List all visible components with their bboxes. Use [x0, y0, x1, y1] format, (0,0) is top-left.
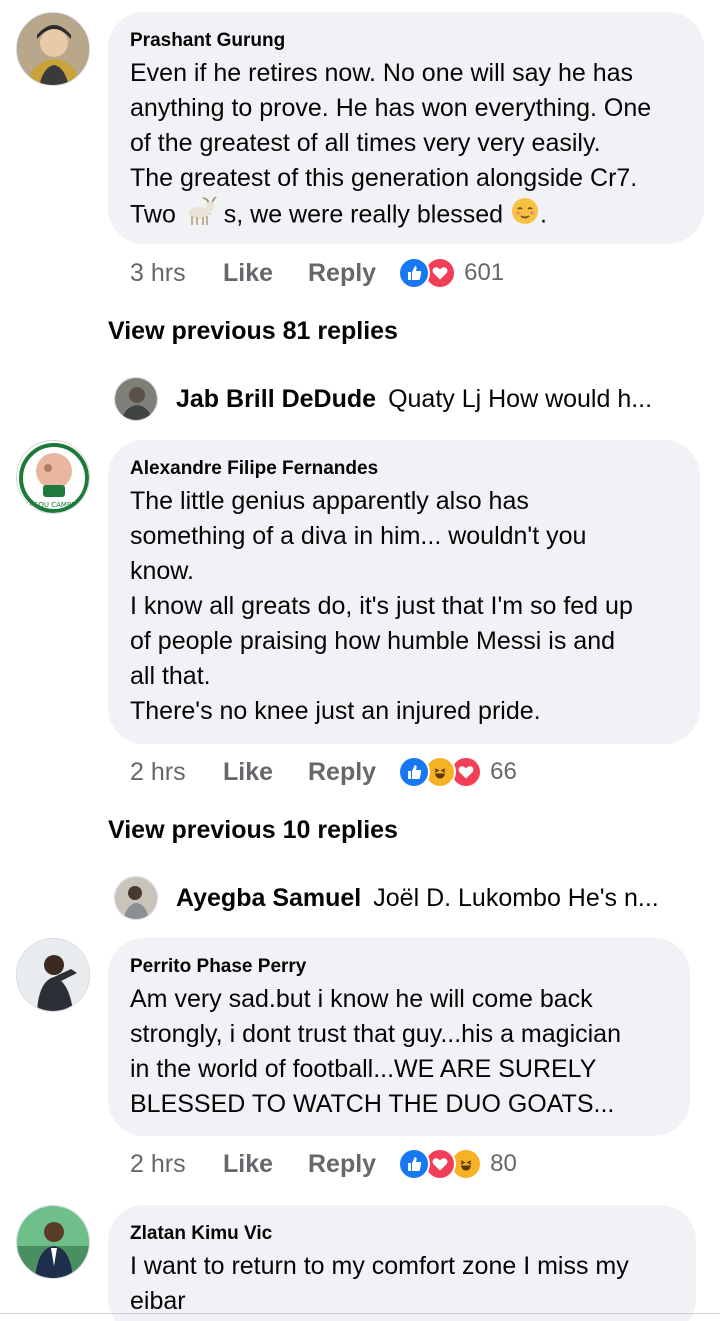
- comment-line: all that.: [130, 662, 211, 690]
- comment-author[interactable]: Prashant Gurung: [130, 29, 682, 53]
- view-previous-replies-link[interactable]: View previous 10 replies: [108, 816, 398, 845]
- like-reaction-icon: [398, 1148, 431, 1180]
- like-reaction-icon: [398, 257, 431, 289]
- comment-actions: 3 hrs Like Reply 601: [130, 255, 504, 291]
- comment-line: Two s, we were really blessed .: [130, 196, 682, 236]
- comment-timestamp[interactable]: 2 hrs: [130, 758, 223, 787]
- reply-button[interactable]: Reply: [308, 259, 376, 288]
- comment-text: The little genius apparently also has so…: [130, 484, 678, 729]
- comment-author[interactable]: Alexandre Filipe Fernandes: [130, 457, 678, 481]
- reaction-count: 66: [490, 758, 517, 785]
- comment-line: anything to prove. He has won everything…: [130, 94, 652, 122]
- avatar[interactable]: [114, 377, 158, 421]
- comment-line: I want to return to my comfort zone I mi…: [130, 1252, 629, 1280]
- reaction-count: 601: [464, 259, 505, 286]
- comment-text: I want to return to my comfort zone I mi…: [130, 1249, 674, 1319]
- reply-preview[interactable]: Ayegba Samuel Joël D. Lukombo He's n...: [114, 875, 659, 921]
- comment-timestamp[interactable]: 3 hrs: [130, 259, 223, 288]
- like-button[interactable]: Like: [223, 259, 308, 288]
- comment-text: Even if he retires now. No one will say …: [130, 56, 682, 236]
- view-previous-replies-link[interactable]: View previous 81 replies: [108, 317, 398, 346]
- comment-line: know.: [130, 557, 194, 585]
- comment-line: of people praising how humble Messi is a…: [130, 627, 615, 655]
- reply-preview[interactable]: Jab Brill DeDude Quaty Lj How would h...: [114, 376, 652, 422]
- avatar[interactable]: [16, 938, 90, 1012]
- comment-actions: 2 hrs Like Reply 66: [130, 754, 517, 790]
- comment-line: of the greatest of all times very very e…: [130, 129, 601, 157]
- comment-line: I know all greats do, it's just that I'm…: [130, 592, 633, 620]
- reply-preview-text: Quaty Lj How would h...: [388, 384, 653, 413]
- reactions-summary[interactable]: 601: [398, 257, 504, 289]
- avatar[interactable]: [114, 876, 158, 920]
- comment-line: strongly, i dont trust that guy...his a …: [130, 1020, 621, 1048]
- comment-bubble: Prashant Gurung Even if he retires now. …: [108, 12, 704, 244]
- like-reaction-icon: [398, 756, 431, 788]
- comment-line: Am very sad.but i know he will come back: [130, 985, 593, 1013]
- goat-emoji-icon: [183, 196, 217, 236]
- comment-author[interactable]: Zlatan Kimu Vic: [130, 1222, 674, 1246]
- relieved-face-emoji-icon: [510, 196, 540, 236]
- avatar[interactable]: EU SOU CAMPEÃO: [16, 440, 90, 514]
- reactions-summary[interactable]: 80: [398, 1148, 517, 1180]
- comment-line: Even if he retires now. No one will say …: [130, 59, 634, 87]
- reply-button[interactable]: Reply: [308, 758, 376, 787]
- comment-actions: 2 hrs Like Reply 80: [130, 1146, 517, 1182]
- comment-line: The little genius apparently also has: [130, 487, 529, 515]
- reply-author[interactable]: Jab Brill DeDude: [176, 385, 376, 414]
- svg-text:EU SOU CAMPEÃO: EU SOU CAMPEÃO: [22, 500, 86, 509]
- divider: [0, 1313, 720, 1314]
- like-button[interactable]: Like: [223, 1150, 308, 1179]
- comment-line: something of a diva in him... wouldn't y…: [130, 522, 587, 550]
- comment-text: Am very sad.but i know he will come back…: [130, 982, 668, 1122]
- comment-line: in the world of football...WE ARE SURELY: [130, 1055, 597, 1083]
- comment-text-segment: .: [539, 200, 547, 229]
- like-button[interactable]: Like: [223, 758, 308, 787]
- comment-line: The greatest of this generation alongsid…: [130, 164, 638, 192]
- comment-bubble: Alexandre Filipe Fernandes The little ge…: [108, 440, 700, 744]
- comment-line: BLESSED TO WATCH THE DUO GOATS...: [130, 1090, 615, 1118]
- comment-bubble: Perrito Phase Perry Am very sad.but i kn…: [108, 938, 690, 1136]
- reply-author[interactable]: Ayegba Samuel: [176, 884, 361, 913]
- reaction-count: 80: [490, 1150, 517, 1177]
- reply-preview-text: Joël D. Lukombo He's n...: [373, 883, 659, 912]
- comment-text-segment: s, we were really blessed: [216, 200, 510, 229]
- reply-button[interactable]: Reply: [308, 1150, 376, 1179]
- reactions-summary[interactable]: 66: [398, 756, 517, 788]
- avatar[interactable]: [16, 12, 90, 86]
- comment-bubble: Zlatan Kimu Vic I want to return to my c…: [108, 1205, 696, 1321]
- avatar[interactable]: [16, 1205, 90, 1279]
- comment-author[interactable]: Perrito Phase Perry: [130, 955, 668, 979]
- comment-line: There's no knee just an injured pride.: [130, 697, 541, 725]
- comment-timestamp[interactable]: 2 hrs: [130, 1150, 223, 1179]
- comment-text-segment: Two: [130, 200, 183, 229]
